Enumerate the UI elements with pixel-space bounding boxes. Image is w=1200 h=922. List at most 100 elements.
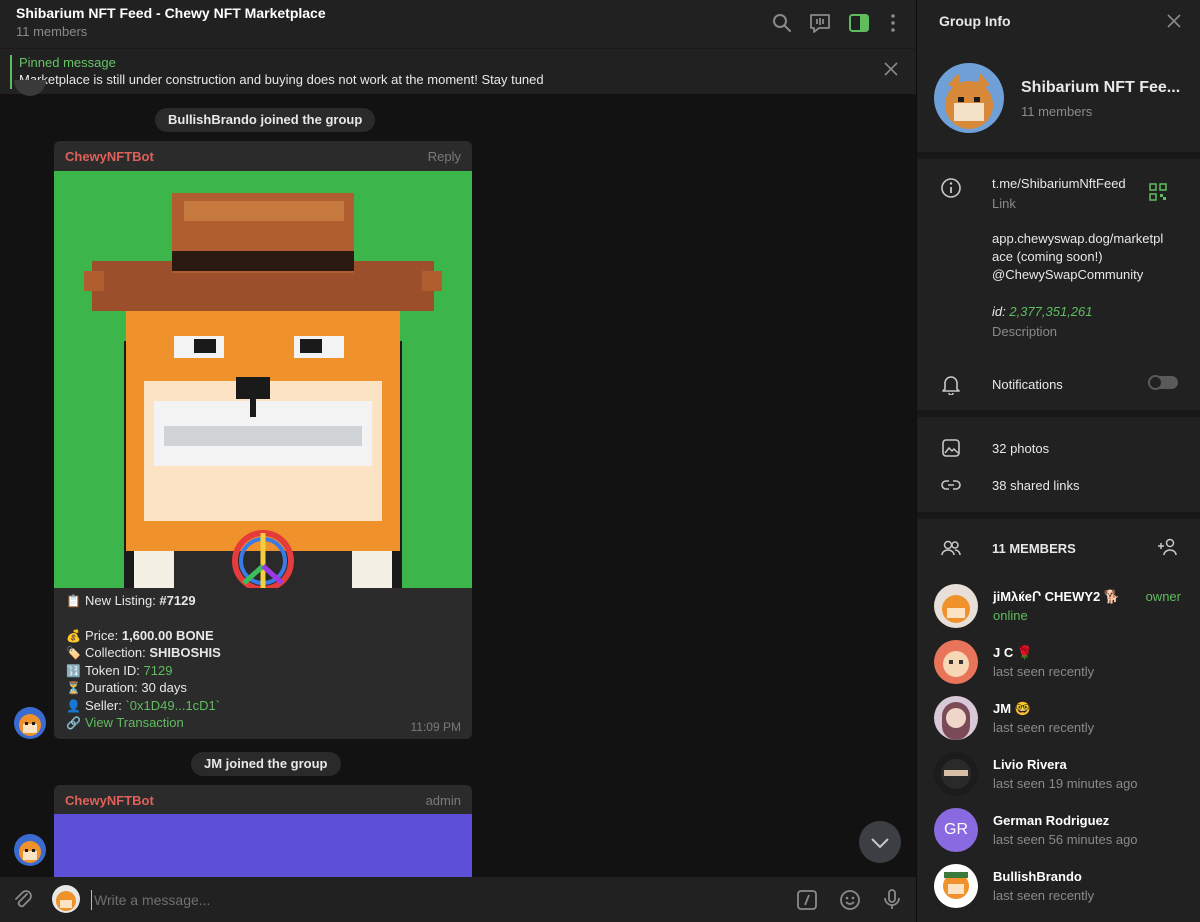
bot-commands-icon[interactable] (795, 888, 819, 912)
member-avatar[interactable] (934, 752, 978, 796)
view-transaction-link[interactable]: View Transaction (85, 715, 184, 730)
info-icon (941, 178, 961, 198)
token-label: Token ID: (85, 663, 144, 678)
duration-text: Duration: 30 days (85, 680, 187, 695)
token-value[interactable]: 7129 (144, 663, 173, 678)
pinned-accent-bar (10, 55, 12, 89)
member-status: last seen 56 minutes ago (993, 832, 1138, 847)
member-avatar[interactable]: GR (934, 808, 978, 852)
attach-icon[interactable] (11, 888, 35, 912)
nft-image[interactable] (54, 814, 472, 877)
close-pinned-icon[interactable] (882, 60, 900, 78)
member-row[interactable]: BullishBrando last seen recently (917, 864, 1200, 920)
scroll-down-button[interactable] (859, 821, 901, 863)
member-avatar[interactable] (934, 864, 978, 908)
chat-header[interactable]: Shibarium NFT Feed - Chewy NFT Marketpla… (0, 0, 916, 48)
group-avatar[interactable] (934, 63, 1004, 133)
collection-label: Collection: (85, 645, 150, 660)
member-name: German Rodriguez (993, 813, 1110, 828)
link-icon (941, 480, 961, 490)
send-as-avatar[interactable] (52, 885, 80, 913)
member-status: online (993, 608, 1028, 623)
member-row[interactable]: GR German Rodriguez last seen 56 minutes… (917, 808, 1200, 864)
description-line: app.chewyswap.dog/marketpl (992, 231, 1164, 246)
shared-links-count[interactable]: 38 shared links (992, 478, 1079, 493)
message-input[interactable]: Write a message... (91, 890, 691, 910)
service-message: BullishBrando joined the group (155, 108, 376, 132)
member-avatar[interactable] (934, 640, 978, 684)
community-handle[interactable]: @ChewySwapCommunity (992, 267, 1143, 282)
close-icon[interactable] (1165, 12, 1183, 30)
seller-value[interactable]: `0x1D49...1cD1` (125, 698, 220, 713)
notifications-label: Notifications (992, 377, 1063, 392)
more-vert-icon[interactable] (881, 11, 905, 35)
composer: Write a message... (0, 877, 916, 922)
tag-icon: 🏷️ (66, 646, 81, 660)
member-avatar[interactable] (934, 584, 978, 628)
member-name: Livio Rivera (993, 757, 1067, 772)
pinned-text: Marketplace is still under construction … (19, 72, 544, 87)
chat-title[interactable]: Shibarium NFT Feed - Chewy NFT Marketpla… (16, 5, 326, 21)
search-icon[interactable] (770, 11, 794, 35)
photo-icon (942, 439, 960, 457)
add-member-icon[interactable] (1157, 536, 1179, 558)
member-status: last seen recently (993, 888, 1095, 903)
group-call-icon[interactable] (808, 11, 832, 35)
member-row[interactable]: JM 🤓 last seen recently (917, 696, 1200, 752)
emoji-icon[interactable] (838, 888, 862, 912)
pinned-message[interactable]: Pinned message Marketplace is still unde… (0, 48, 916, 94)
description-line: ace (coming soon!) (992, 249, 1103, 264)
hourglass-icon: ⏳ (66, 681, 81, 695)
collection-value: SHIBOSHIS (149, 645, 221, 660)
member-avatar[interactable] (934, 696, 978, 740)
person-icon: 👤 (66, 699, 81, 713)
member-name: BullishBrando (993, 869, 1082, 884)
message-bubble[interactable]: ChewyNFTBot admin (54, 785, 472, 877)
members-icon (941, 540, 961, 556)
listing-label: New Listing: (85, 593, 160, 608)
member-role: owner (1145, 589, 1181, 604)
member-name: J C 🌹 (993, 645, 1034, 660)
member-name: JM 🤓 (993, 701, 1031, 716)
reply-button[interactable]: Reply (428, 149, 461, 164)
sidebar-toggle-icon[interactable] (847, 11, 871, 35)
divider (917, 152, 1200, 159)
message-sender[interactable]: ChewyNFTBot (65, 793, 154, 808)
notifications-toggle[interactable] (1148, 375, 1178, 390)
divider (917, 410, 1200, 417)
photos-count[interactable]: 32 photos (992, 441, 1049, 456)
member-row[interactable]: Livio Rivera last seen 19 minutes ago (917, 752, 1200, 808)
member-row[interactable]: jiMλќeՐ CHEWY2 🐕 online owner (917, 584, 1200, 640)
link-icon: 🔗 (66, 716, 81, 730)
member-row[interactable]: J C 🌹 last seen recently (917, 640, 1200, 696)
description-label: Description (992, 324, 1058, 339)
microphone-icon[interactable] (880, 887, 904, 911)
bell-icon (942, 376, 960, 395)
numbers-icon: 🔢 (66, 664, 81, 678)
group-link[interactable]: t.me/ShibariumNftFeed (992, 176, 1126, 191)
id-value: 2,377,351,261 (1009, 304, 1093, 319)
member-status: last seen recently (993, 664, 1095, 679)
duration-line: ⏳ Duration: 30 days (66, 680, 187, 695)
price-line: 💰 Price: 1,600.00 BONE (66, 628, 214, 643)
chat-member-count: 11 members (16, 24, 88, 39)
avatar[interactable] (14, 834, 46, 866)
token-line: 🔢 Token ID: 7129 (66, 663, 172, 678)
group-info-panel: Group Info Shibarium NFT Fee... 11 membe… (916, 0, 1200, 922)
money-bag-icon: 💰 (66, 629, 81, 643)
transaction-line: 🔗 View Transaction (66, 715, 184, 730)
id-label: id: (992, 304, 1010, 319)
qr-code-icon[interactable] (1149, 183, 1167, 201)
message-sender[interactable]: ChewyNFTBot (65, 149, 154, 164)
service-message: JM joined the group (191, 752, 341, 776)
nft-image[interactable] (54, 171, 472, 588)
seller-label: Seller: (85, 698, 126, 713)
admin-badge: admin (425, 793, 461, 808)
member-status: last seen recently (993, 720, 1095, 735)
members-header: 11 MEMBERS (992, 541, 1076, 556)
pinned-label: Pinned message (19, 55, 116, 70)
collection-line: 🏷️ Collection: SHIBOSHIS (66, 645, 221, 660)
link-label: Link (992, 196, 1016, 211)
avatar[interactable] (14, 707, 46, 739)
message-bubble[interactable]: ChewyNFTBot Reply 📋 New Listing: #7129 💰… (54, 141, 472, 739)
